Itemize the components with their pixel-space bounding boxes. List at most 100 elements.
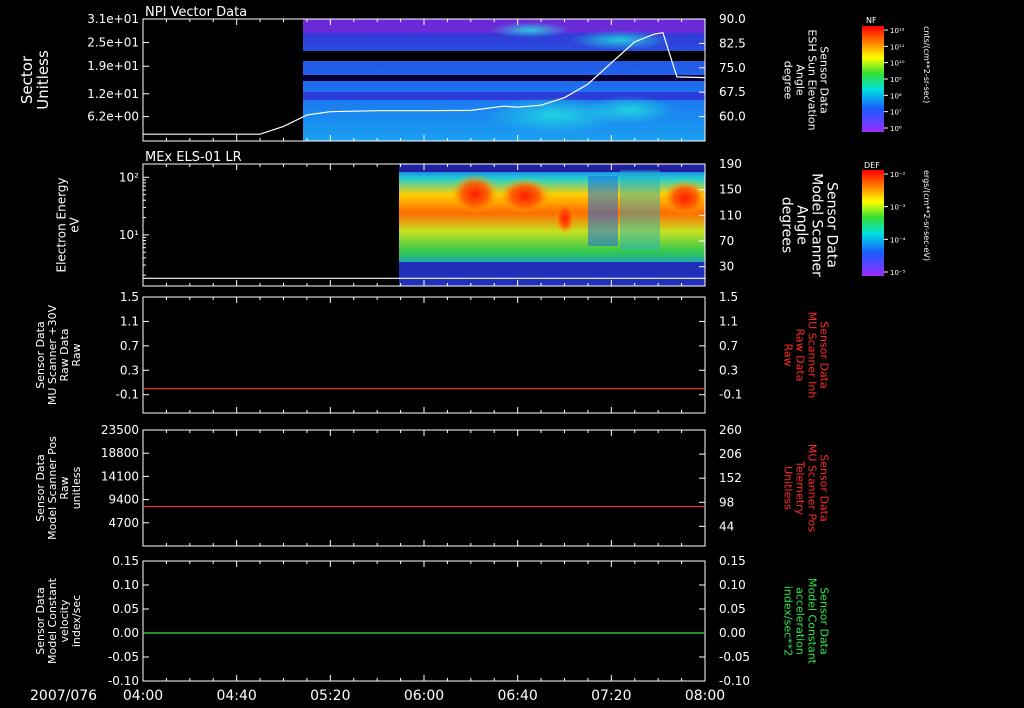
panel-3-right-label: Unitless bbox=[782, 466, 795, 510]
panel-1-left-tick-label: 10² bbox=[119, 170, 139, 184]
npi-glow-2 bbox=[585, 96, 675, 124]
panel-2-right-tick-label: -0.1 bbox=[719, 388, 742, 402]
panel-3-left-tick-label: 14100 bbox=[101, 469, 139, 483]
colorbar-0-tick-label: 10⁹ bbox=[890, 76, 902, 84]
panel-2-right-tick-label: 1.5 bbox=[719, 290, 738, 304]
panel-0-right-tick-label: 67.5 bbox=[719, 85, 746, 99]
colorbar-nf-unit: cnts/(cm**2-sr-sec) bbox=[922, 26, 931, 103]
panel-0-left-tick-label: 1.9e+01 bbox=[87, 59, 139, 73]
time-tick-label: 06:40 bbox=[497, 688, 537, 704]
time-tick-label: 04:00 bbox=[123, 688, 163, 704]
colorbar-nf-gradient bbox=[862, 26, 884, 132]
panel-2-right-tick-label: 0.7 bbox=[719, 339, 738, 353]
panel-0-left-label: Unitless bbox=[34, 50, 52, 110]
panel-3-frame bbox=[142, 429, 706, 547]
panel-4-left-tick-label: -0.05 bbox=[108, 650, 139, 664]
panel-3-left-tick-label: 18800 bbox=[101, 446, 139, 460]
npi-glow-4 bbox=[490, 22, 570, 38]
els-gap-2 bbox=[620, 170, 660, 250]
panel-3-left-tick-label: 23500 bbox=[101, 423, 139, 437]
panel-1-left-label: Electron Energy bbox=[55, 177, 69, 272]
els-gap-1 bbox=[588, 176, 618, 246]
colorbar-def-unit: ergs/(cm**2-sr-sec-eV) bbox=[922, 170, 931, 261]
panel-4-right-tick-label: 0.10 bbox=[719, 578, 746, 592]
panel-2: 1.51.10.70.3-0.11.51.10.70.3-0.1Sensor D… bbox=[34, 290, 831, 414]
colorbar-1-tick-label: 10⁻⁵ bbox=[890, 269, 906, 277]
colorbar-0-tick-label: 10⁸ bbox=[890, 92, 902, 100]
panel-2-frame bbox=[142, 296, 706, 414]
npi-band-dark-1 bbox=[303, 51, 705, 61]
panel-4-left-label: index/sec bbox=[70, 595, 83, 647]
panel-1-right-tick-label: 190 bbox=[719, 157, 742, 171]
panel-2-left-tick-label: -0.1 bbox=[116, 388, 139, 402]
panel-1-left-label: eV bbox=[68, 216, 82, 232]
panel-3-left-tick-label: 4700 bbox=[108, 516, 139, 530]
panel-3-right-tick-label: 98 bbox=[719, 495, 734, 509]
panel-2-left-tick-label: 0.7 bbox=[120, 339, 139, 353]
panel-0-left-tick-label: 1.2e+01 bbox=[87, 87, 139, 101]
colorbar-1-tick-label: 10⁻² bbox=[890, 171, 906, 179]
els-hot-3 bbox=[555, 202, 575, 234]
panel-4-right-tick-label: 0.15 bbox=[719, 554, 746, 568]
colorbar-def: DEF 10⁻² 10⁻³ 10⁻⁴ 10⁻⁵ ergs/(cm**2-sr-sec-… bbox=[862, 161, 931, 277]
panel-0-right-tick-label: 75.0 bbox=[719, 61, 746, 75]
colorbar-1-tick-label: 10⁻³ bbox=[890, 204, 906, 212]
panel-1-left-tick-label: 10¹ bbox=[119, 228, 139, 242]
panel-3-left-label: unitless bbox=[70, 466, 83, 509]
els-heatmap bbox=[399, 164, 705, 286]
panel-0-title: NPI Vector Data bbox=[145, 5, 247, 20]
panel-4: 0.15 0.10 0.05 0.00 -0.05 -0.10 0.15 0.10 0.05 0.… bbox=[34, 554, 831, 688]
colorbar-1-tick-label: 10⁻⁴ bbox=[890, 236, 906, 244]
panel-3-right-tick-label: 44 bbox=[719, 519, 734, 533]
multi-panel-plot: NPI Vector Data 3.1e+01 2.5e+01 1.9e+01 1.2e… bbox=[18, 5, 931, 704]
panel-0-left-tick-label: 2.5e+01 bbox=[87, 36, 139, 50]
panel-2-right-tick-label: 1.1 bbox=[719, 314, 738, 328]
panel-1-right-label: degrees bbox=[779, 197, 795, 253]
colorbar-0-tick-label: 10⁷ bbox=[890, 109, 902, 117]
panel-0-left-tick-label: 3.1e+01 bbox=[87, 12, 139, 26]
panel-3-left-tick-label: 9400 bbox=[108, 493, 139, 507]
panel-4-right-tick-label: 0.05 bbox=[719, 602, 746, 616]
panel-4-left-tick-label: 0.05 bbox=[112, 602, 139, 616]
panel-4-left-tick-label: 0.15 bbox=[112, 554, 139, 568]
panel-1-right-tick-label: 110 bbox=[719, 208, 742, 222]
els-hot-2 bbox=[499, 178, 551, 214]
panel-1-right-label: Model Scanner bbox=[809, 173, 825, 277]
panel-4-right-label: index/sec**2 bbox=[782, 586, 795, 656]
els-hot-4 bbox=[663, 180, 705, 216]
panel-4-right-tick-label: -0.05 bbox=[719, 650, 750, 664]
colorbar-nf-title: NF bbox=[866, 16, 877, 25]
time-tick-label: 06:00 bbox=[404, 688, 444, 704]
panel-0-left-tick-label: 6.2e+00 bbox=[87, 110, 139, 124]
panel-4-left-tick-label: 0.10 bbox=[112, 578, 139, 592]
colorbar-0-tick-label: 10¹¹ bbox=[890, 43, 905, 51]
colorbar-0-tick-label: 10¹² bbox=[890, 27, 905, 35]
panel-3-right-tick-label: 206 bbox=[719, 447, 742, 461]
panel-0-right-tick-label: 60.0 bbox=[719, 110, 746, 124]
panel-1-title: MEx ELS-01 LR bbox=[145, 150, 242, 165]
panel-4-frame bbox=[142, 560, 706, 682]
npi-glow-3 bbox=[570, 30, 670, 50]
panel-1-right-label: Sensor Data bbox=[824, 182, 840, 268]
colorbar-0-tick-label: 10¹⁰ bbox=[890, 60, 905, 68]
panel-3-right-tick-label: 260 bbox=[719, 423, 742, 437]
panel-1-right-label: Angle bbox=[794, 205, 810, 245]
date-label: 2007/076 bbox=[30, 688, 97, 704]
panel-2-right-label: Raw bbox=[782, 343, 795, 366]
panel-2-left-tick-label: 1.1 bbox=[120, 314, 139, 328]
panel-2-left-tick-label: 1.5 bbox=[120, 290, 139, 304]
panel-0-right-tick-label: 90.0 bbox=[719, 12, 746, 26]
panel-2-right-tick-label: 0.3 bbox=[719, 363, 738, 377]
colorbar-nf: NF 10¹² 10¹¹ 10¹⁰ 10⁹ 10⁸ 10⁷ 10⁶ cnts/(cm**2-… bbox=[862, 16, 931, 133]
time-tick-label: 04:40 bbox=[216, 688, 256, 704]
panel-4-right-tick-label: -0.10 bbox=[719, 674, 750, 688]
time-tick-label: 07:20 bbox=[591, 688, 631, 704]
panel-1-right-tick-label: 150 bbox=[719, 183, 742, 197]
panel-3-right-tick-label: 152 bbox=[719, 471, 742, 485]
panel-3: 235001880014100940047002602061529844Sens… bbox=[34, 423, 831, 547]
panel-2-left-tick-label: 0.3 bbox=[120, 363, 139, 377]
time-tick-label: 08:00 bbox=[685, 688, 725, 704]
panel-0-right-tick-label: 82.5 bbox=[719, 36, 746, 50]
panel-4-left-tick-label: -0.10 bbox=[108, 674, 139, 688]
npi-band-dark-2 bbox=[303, 75, 705, 81]
